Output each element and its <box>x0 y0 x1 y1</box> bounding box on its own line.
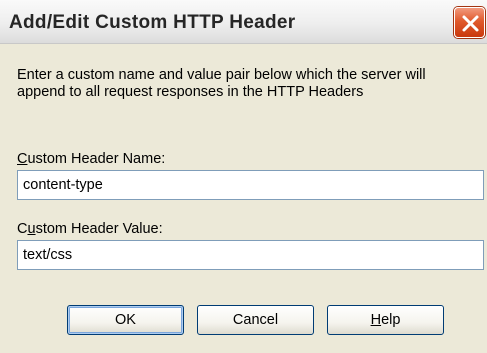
custom-header-value-input[interactable] <box>17 240 484 270</box>
custom-header-value-label: Custom Header Value: <box>17 221 163 237</box>
cancel-button[interactable]: Cancel <box>197 305 314 335</box>
custom-header-name-label-rest: ustom Header Name: <box>27 151 166 167</box>
close-icon <box>462 15 479 32</box>
custom-header-value-label-pre: C <box>17 221 28 237</box>
custom-header-value-label-accel: u <box>27 221 36 237</box>
ok-button[interactable]: OK <box>67 305 184 335</box>
custom-header-name-label-accel: C <box>17 151 28 167</box>
custom-header-name-label: Custom Header Name: <box>17 151 165 167</box>
help-button-accel: H <box>370 312 382 328</box>
custom-header-value-label-rest: stom Header Value: <box>35 221 163 237</box>
title-bar: Add/Edit Custom HTTP Header <box>0 0 487 44</box>
help-button[interactable]: Help <box>327 305 444 335</box>
dialog-description: Enter a custom name and value pair below… <box>17 67 426 100</box>
help-button-rest: elp <box>381 312 401 328</box>
custom-header-name-input[interactable] <box>17 170 484 200</box>
close-button[interactable] <box>454 7 485 38</box>
dialog-title: Add/Edit Custom HTTP Header <box>9 12 296 33</box>
